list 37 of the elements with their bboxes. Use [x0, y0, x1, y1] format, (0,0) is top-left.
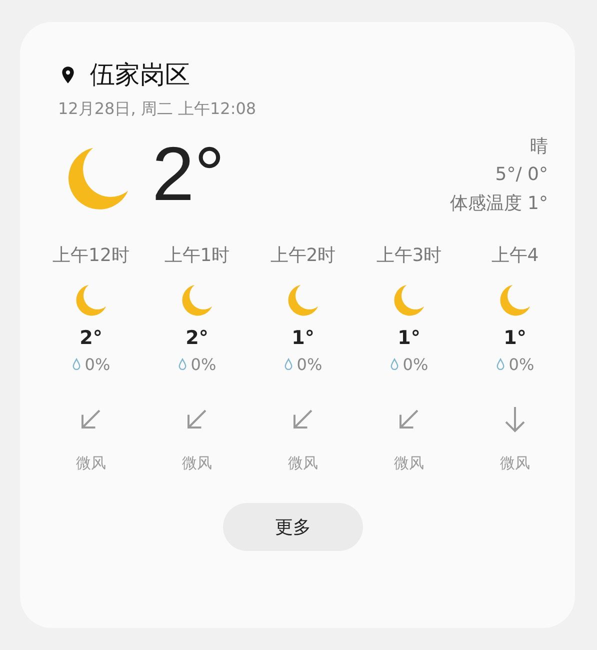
raindrop-icon: [178, 358, 187, 371]
hour-temperature: 1°: [398, 327, 420, 349]
wind-label: 微风: [76, 454, 106, 473]
current-temperature: 2°: [152, 136, 225, 212]
location-name: 伍家岗区: [90, 59, 190, 91]
precipitation-chance: 0%: [402, 355, 428, 374]
hour-label: 上午12时: [52, 244, 130, 267]
hour-label: 上午2时: [270, 244, 336, 267]
hour-temperature: 1°: [292, 327, 314, 349]
hour-label: 上午1时: [164, 244, 230, 267]
feels-like-temperature: 体感温度 1°: [450, 192, 548, 215]
raindrop-icon: [72, 358, 81, 371]
precipitation-chance: 0%: [84, 355, 110, 374]
wind-label: 微风: [394, 454, 424, 473]
more-button[interactable]: 更多: [223, 503, 363, 551]
raindrop-icon: [496, 358, 505, 371]
wind-label: 微风: [500, 454, 530, 473]
high-low-temperature: 5°/ 0°: [495, 164, 548, 185]
wind-label: 微风: [288, 454, 318, 473]
moon-icon: [286, 283, 320, 317]
hour-temperature: 1°: [504, 327, 526, 349]
hour-temperature: 2°: [80, 327, 102, 349]
precipitation-chance: 0%: [190, 355, 216, 374]
raindrop-icon: [390, 358, 399, 371]
date-time: 12月28日, 周二 上午12:08: [58, 99, 258, 120]
raindrop-icon: [284, 358, 293, 371]
hour-label: 上午4: [491, 244, 539, 267]
moon-icon: [74, 283, 108, 317]
weather-condition: 晴: [530, 135, 548, 158]
hour-label: 上午3时: [376, 244, 442, 267]
hour-temperature: 2°: [186, 327, 208, 349]
moon-icon: [180, 283, 214, 317]
moon-icon: [498, 283, 532, 317]
precipitation-chance: 0%: [296, 355, 322, 374]
moon-icon: [392, 283, 426, 317]
wind-label: 微风: [182, 454, 212, 473]
precipitation-chance: 0%: [508, 355, 534, 374]
